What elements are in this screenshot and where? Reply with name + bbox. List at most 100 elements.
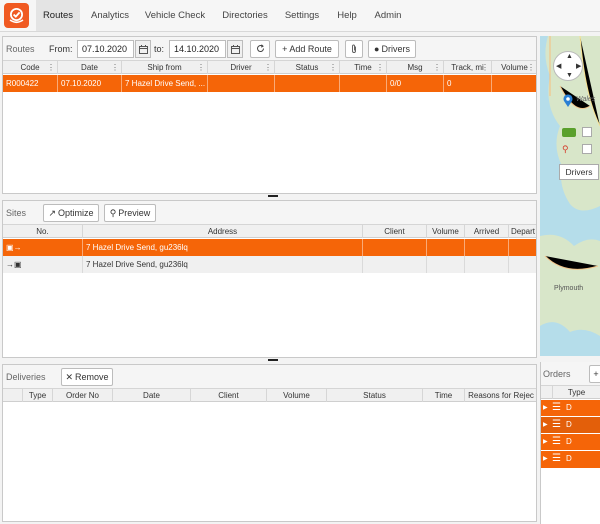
col-type[interactable]: Type bbox=[23, 389, 53, 402]
col-client[interactable]: Client bbox=[191, 389, 267, 402]
location-pin-icon[interactable] bbox=[562, 94, 574, 108]
to-date-input[interactable]: 14.10.2020 bbox=[169, 40, 226, 58]
col-msg[interactable]: Msg ⋮ bbox=[387, 61, 444, 74]
routes-label: Routes bbox=[6, 44, 35, 54]
pan-control[interactable]: ▲ ▼ ◀ ▶ bbox=[553, 51, 583, 81]
nav-vehicle-check[interactable]: Vehicle Check bbox=[142, 0, 208, 31]
optimize-button[interactable]: ↗ Optimize bbox=[43, 204, 99, 222]
drivers-button[interactable]: ● Drivers bbox=[368, 40, 416, 58]
route-row[interactable]: R000422 07.10.2020 7 Hazel Drive Send, .… bbox=[3, 75, 536, 92]
col-code[interactable]: Code ⋮ bbox=[3, 61, 58, 74]
col-driver[interactable]: Driver ⋮ bbox=[208, 61, 275, 74]
route-time bbox=[340, 75, 387, 92]
pan-left-icon[interactable]: ◀ bbox=[556, 62, 561, 70]
orders-label: Orders bbox=[543, 369, 571, 379]
pin-icon: ⚲ bbox=[109, 208, 117, 218]
site-volume bbox=[427, 239, 465, 256]
order-row[interactable]: ▶ ☰ D bbox=[541, 451, 600, 468]
col-date[interactable]: Date bbox=[113, 389, 191, 402]
map-view[interactable]: ▲ ▼ ◀ ▶ Wales ⚲ Drivers Plymouth bbox=[540, 36, 600, 356]
from-calendar-button[interactable] bbox=[135, 40, 151, 58]
calendar-icon bbox=[231, 45, 240, 54]
order-type: D bbox=[566, 454, 572, 463]
order-type: D bbox=[566, 437, 572, 446]
col-select[interactable] bbox=[3, 389, 23, 402]
col-depart[interactable]: Depart bbox=[509, 225, 536, 238]
attach-button[interactable] bbox=[345, 40, 363, 58]
col-type[interactable]: Type bbox=[553, 386, 600, 399]
route-track: 0 bbox=[444, 75, 492, 92]
site-row[interactable]: →▣ 7 Hazel Drive Send, gu236lq bbox=[3, 256, 536, 273]
deliveries-toolbar: Deliveries ✕ Remove bbox=[3, 365, 536, 389]
list-icon: ☰ bbox=[552, 402, 561, 413]
expand-icon[interactable]: ▶ bbox=[543, 455, 548, 462]
col-reasons[interactable]: Reasons for Rejec bbox=[465, 389, 536, 402]
col-client[interactable]: Client bbox=[363, 225, 427, 238]
route-layer-icon[interactable]: ⚲ bbox=[562, 144, 576, 155]
nav-help[interactable]: Help bbox=[334, 0, 360, 31]
route-layer-checkbox[interactable] bbox=[582, 144, 592, 154]
route-ship-from: 7 Hazel Drive Send, ... bbox=[122, 75, 208, 92]
routes-splitter[interactable] bbox=[268, 195, 278, 197]
to-calendar-button[interactable] bbox=[227, 40, 243, 58]
app-logo[interactable] bbox=[4, 3, 29, 28]
col-address[interactable]: Address bbox=[83, 225, 363, 238]
nav-settings[interactable]: Settings bbox=[282, 0, 322, 31]
expand-icon[interactable]: ▶ bbox=[543, 404, 548, 411]
add-order-button[interactable]: + bbox=[589, 365, 600, 383]
col-time[interactable]: Time ⋮ bbox=[340, 61, 387, 74]
routes-table-header: Code ⋮ Date ⋮ Ship from ⋮ Driver ⋮ Status ⋮ T… bbox=[3, 61, 536, 74]
col-volume[interactable]: Volume bbox=[267, 389, 327, 402]
list-icon: ☰ bbox=[552, 453, 561, 464]
remove-button-label: Remove bbox=[75, 372, 109, 382]
routes-panel: Routes From: 07.10.2020 to: 14.10.2020 +… bbox=[2, 36, 537, 194]
nav-directories[interactable]: Directories bbox=[218, 0, 272, 31]
logo-icon bbox=[9, 8, 24, 24]
truck-layer-checkbox[interactable] bbox=[582, 127, 592, 137]
col-order-no[interactable]: Order No bbox=[53, 389, 113, 402]
site-client bbox=[363, 239, 427, 256]
routes-toolbar: Routes From: 07.10.2020 to: 14.10.2020 +… bbox=[3, 37, 536, 61]
close-icon: ✕ bbox=[65, 372, 74, 382]
truck-layer-icon[interactable] bbox=[562, 128, 576, 137]
site-depart bbox=[509, 256, 536, 273]
col-select[interactable] bbox=[541, 386, 553, 399]
preview-button[interactable]: ⚲ Preview bbox=[104, 204, 156, 222]
site-address: 7 Hazel Drive Send, gu236lq bbox=[83, 256, 363, 273]
deliveries-table-header: Type Order No Date Client Volume Status … bbox=[3, 389, 536, 402]
order-row[interactable]: ▶ ☰ D bbox=[541, 434, 600, 451]
col-track[interactable]: Track, mi ⋮ bbox=[444, 61, 492, 74]
pan-up-icon[interactable]: ▲ bbox=[566, 53, 573, 60]
col-status[interactable]: Status ⋮ bbox=[275, 61, 340, 74]
deliveries-panel: Deliveries ✕ Remove Type Order No Date Cl… bbox=[2, 364, 537, 522]
col-arrived[interactable]: Arrived bbox=[465, 225, 509, 238]
optimize-button-label: Optimize bbox=[58, 208, 94, 218]
nav-admin[interactable]: Admin bbox=[370, 0, 406, 31]
nav-analytics[interactable]: Analytics bbox=[86, 0, 134, 31]
remove-button[interactable]: ✕ Remove bbox=[61, 368, 113, 386]
col-no[interactable]: No. bbox=[3, 225, 83, 238]
from-date-input[interactable]: 07.10.2020 bbox=[77, 40, 134, 58]
pan-down-icon[interactable]: ▼ bbox=[566, 72, 573, 79]
col-time[interactable]: Time bbox=[423, 389, 465, 402]
col-ship-from[interactable]: Ship from ⋮ bbox=[122, 61, 208, 74]
order-row[interactable]: ▶ ☰ D bbox=[541, 400, 600, 417]
map-drivers-button[interactable]: Drivers bbox=[559, 164, 599, 180]
col-date[interactable]: Date ⋮ bbox=[58, 61, 122, 74]
refresh-button[interactable] bbox=[250, 40, 270, 58]
add-route-button[interactable]: + Add Route bbox=[275, 40, 339, 58]
col-status[interactable]: Status bbox=[327, 389, 423, 402]
pan-right-icon[interactable]: ▶ bbox=[576, 62, 581, 70]
col-volume[interactable]: Volume ⋮ bbox=[492, 61, 536, 74]
order-row[interactable]: ▶ ☰ D bbox=[541, 417, 600, 434]
arrow-right-icon: → bbox=[6, 260, 14, 269]
route-code: R000422 bbox=[3, 75, 58, 92]
expand-icon[interactable]: ▶ bbox=[543, 421, 548, 428]
site-volume bbox=[427, 256, 465, 273]
col-volume[interactable]: Volume bbox=[427, 225, 465, 238]
sites-splitter[interactable] bbox=[268, 359, 278, 361]
nav-routes[interactable]: Routes bbox=[36, 0, 80, 31]
site-row[interactable]: ▣→ 7 Hazel Drive Send, gu236lq bbox=[3, 239, 536, 256]
expand-icon[interactable]: ▶ bbox=[543, 438, 548, 445]
building-icon: ▣ bbox=[6, 243, 14, 252]
